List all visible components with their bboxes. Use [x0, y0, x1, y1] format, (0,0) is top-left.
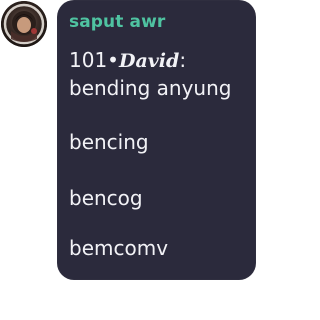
message-line-1: 101•David:	[69, 48, 186, 73]
message-line-1-prefix: 101•	[69, 48, 119, 72]
message-line-3: bencing	[69, 130, 149, 154]
chat-message-screen: saput awr 101•David: bending anyung benc…	[0, 0, 256, 320]
message-line-4: bencog	[69, 186, 143, 210]
message-line-5: bemcomv	[69, 236, 169, 260]
message-line-1-name: David	[118, 50, 180, 72]
avatar-photo-icon	[1, 1, 47, 47]
message-line-1-suffix: :	[179, 48, 187, 72]
message-bubble[interactable]: saput awr 101•David: bending anyung benc…	[57, 0, 256, 280]
message-line-2: bending anyung	[69, 76, 232, 100]
avatar[interactable]	[1, 1, 47, 47]
sender-name[interactable]: saput awr	[69, 12, 165, 32]
